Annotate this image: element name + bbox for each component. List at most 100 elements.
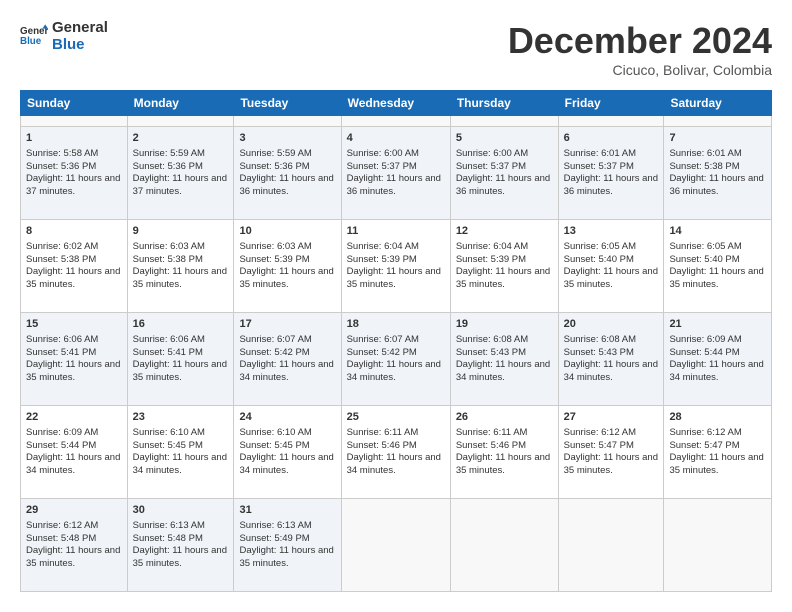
daylight-text: Daylight: 11 hours and 35 minutes. [669,452,766,478]
sunrise-text: Sunrise: 6:04 AM [347,241,445,254]
sunset-text: Sunset: 5:38 PM [669,161,766,174]
calendar-cell: 15Sunrise: 6:06 AMSunset: 5:41 PMDayligh… [21,312,128,405]
calendar-week-row [21,116,772,127]
daylight-text: Daylight: 11 hours and 35 minutes. [347,266,445,292]
calendar-cell [450,498,558,591]
daylight-text: Daylight: 11 hours and 35 minutes. [26,266,122,292]
sunrise-text: Sunrise: 6:07 AM [239,334,335,347]
sunset-text: Sunset: 5:48 PM [133,533,229,546]
sunset-text: Sunset: 5:43 PM [456,347,553,360]
sunset-text: Sunset: 5:40 PM [564,254,659,267]
daylight-text: Daylight: 11 hours and 35 minutes. [564,266,659,292]
calendar-cell: 16Sunrise: 6:06 AMSunset: 5:41 PMDayligh… [127,312,234,405]
calendar-cell [234,116,341,127]
day-number: 21 [669,317,766,332]
sunrise-text: Sunrise: 5:58 AM [26,148,122,161]
weekday-header-thursday: Thursday [450,91,558,116]
calendar-week-row: 29Sunrise: 6:12 AMSunset: 5:48 PMDayligh… [21,498,772,591]
daylight-text: Daylight: 11 hours and 34 minutes. [239,452,335,478]
daylight-text: Daylight: 11 hours and 34 minutes. [133,452,229,478]
title-block: December 2024 Cicuco, Bolivar, Colombia [508,20,772,78]
calendar-cell: 28Sunrise: 6:12 AMSunset: 5:47 PMDayligh… [664,405,772,498]
daylight-text: Daylight: 11 hours and 34 minutes. [239,359,335,385]
calendar-cell: 23Sunrise: 6:10 AMSunset: 5:45 PMDayligh… [127,405,234,498]
daylight-text: Daylight: 11 hours and 34 minutes. [347,359,445,385]
sunrise-text: Sunrise: 6:12 AM [669,427,766,440]
calendar-week-row: 1Sunrise: 5:58 AMSunset: 5:36 PMDaylight… [21,126,772,219]
calendar-cell [341,498,450,591]
sunset-text: Sunset: 5:42 PM [239,347,335,360]
calendar-cell [664,498,772,591]
calendar-header-row: SundayMondayTuesdayWednesdayThursdayFrid… [21,91,772,116]
calendar-week-row: 22Sunrise: 6:09 AMSunset: 5:44 PMDayligh… [21,405,772,498]
calendar-cell: 29Sunrise: 6:12 AMSunset: 5:48 PMDayligh… [21,498,128,591]
sunset-text: Sunset: 5:39 PM [239,254,335,267]
daylight-text: Daylight: 11 hours and 35 minutes. [456,266,553,292]
day-number: 8 [26,224,122,239]
calendar-cell [558,116,664,127]
daylight-text: Daylight: 11 hours and 35 minutes. [564,452,659,478]
day-number: 24 [239,410,335,425]
sunset-text: Sunset: 5:47 PM [564,440,659,453]
calendar-cell [341,116,450,127]
sunrise-text: Sunrise: 6:06 AM [133,334,229,347]
calendar-cell [558,498,664,591]
daylight-text: Daylight: 11 hours and 34 minutes. [564,359,659,385]
calendar-cell: 1Sunrise: 5:58 AMSunset: 5:36 PMDaylight… [21,126,128,219]
daylight-text: Daylight: 11 hours and 35 minutes. [669,266,766,292]
sunrise-text: Sunrise: 6:03 AM [133,241,229,254]
sunrise-text: Sunrise: 6:11 AM [456,427,553,440]
calendar-cell [664,116,772,127]
sunset-text: Sunset: 5:44 PM [26,440,122,453]
sunset-text: Sunset: 5:46 PM [456,440,553,453]
calendar-cell: 26Sunrise: 6:11 AMSunset: 5:46 PMDayligh… [450,405,558,498]
sunrise-text: Sunrise: 6:13 AM [239,520,335,533]
calendar-cell: 18Sunrise: 6:07 AMSunset: 5:42 PMDayligh… [341,312,450,405]
calendar-cell: 21Sunrise: 6:09 AMSunset: 5:44 PMDayligh… [664,312,772,405]
calendar-cell: 7Sunrise: 6:01 AMSunset: 5:38 PMDaylight… [664,126,772,219]
calendar-week-row: 8Sunrise: 6:02 AMSunset: 5:38 PMDaylight… [21,219,772,312]
sunrise-text: Sunrise: 6:05 AM [564,241,659,254]
daylight-text: Daylight: 11 hours and 35 minutes. [26,359,122,385]
sunrise-text: Sunrise: 6:12 AM [564,427,659,440]
weekday-header-saturday: Saturday [664,91,772,116]
sunset-text: Sunset: 5:36 PM [26,161,122,174]
sunrise-text: Sunrise: 6:01 AM [669,148,766,161]
page-header: General Blue General Blue December 2024 … [20,20,772,78]
sunrise-text: Sunrise: 6:12 AM [26,520,122,533]
day-number: 1 [26,131,122,146]
calendar-cell: 14Sunrise: 6:05 AMSunset: 5:40 PMDayligh… [664,219,772,312]
calendar-cell: 13 Sunrise: 6:05 AMSunset: 5:40 PMDayligh… [558,219,664,312]
sunrise-text: Sunrise: 6:06 AM [26,334,122,347]
calendar-cell: 2Sunrise: 5:59 AMSunset: 5:36 PMDaylight… [127,126,234,219]
daylight-text: Daylight: 11 hours and 37 minutes. [133,173,229,199]
day-number: 23 [133,410,229,425]
calendar-cell: 19Sunrise: 6:08 AMSunset: 5:43 PMDayligh… [450,312,558,405]
day-number: 2 [133,131,229,146]
day-number: 18 [347,317,445,332]
calendar-cell: 8Sunrise: 6:02 AMSunset: 5:38 PMDaylight… [21,219,128,312]
sunrise-text: Sunrise: 6:10 AM [133,427,229,440]
sunset-text: Sunset: 5:36 PM [239,161,335,174]
day-number: 9 [133,224,229,239]
daylight-text: Daylight: 11 hours and 36 minutes. [456,173,553,199]
location-text: Cicuco, Bolivar, Colombia [508,62,772,78]
daylight-text: Daylight: 11 hours and 34 minutes. [456,359,553,385]
day-number: 7 [669,131,766,146]
day-number: 10 [239,224,335,239]
calendar-cell [127,116,234,127]
sunset-text: Sunset: 5:45 PM [239,440,335,453]
calendar-cell: 11Sunrise: 6:04 AMSunset: 5:39 PMDayligh… [341,219,450,312]
calendar-cell: 3Sunrise: 5:59 AMSunset: 5:36 PMDaylight… [234,126,341,219]
sunset-text: Sunset: 5:49 PM [239,533,335,546]
sunrise-text: Sunrise: 6:00 AM [456,148,553,161]
sunset-text: Sunset: 5:41 PM [26,347,122,360]
day-number: 19 [456,317,553,332]
daylight-text: Daylight: 11 hours and 35 minutes. [239,266,335,292]
daylight-text: Daylight: 11 hours and 35 minutes. [133,359,229,385]
calendar-cell: 9Sunrise: 6:03 AMSunset: 5:38 PMDaylight… [127,219,234,312]
weekday-header-monday: Monday [127,91,234,116]
sunrise-text: Sunrise: 6:02 AM [26,241,122,254]
day-number: 13 [564,224,659,239]
daylight-text: Daylight: 11 hours and 36 minutes. [239,173,335,199]
